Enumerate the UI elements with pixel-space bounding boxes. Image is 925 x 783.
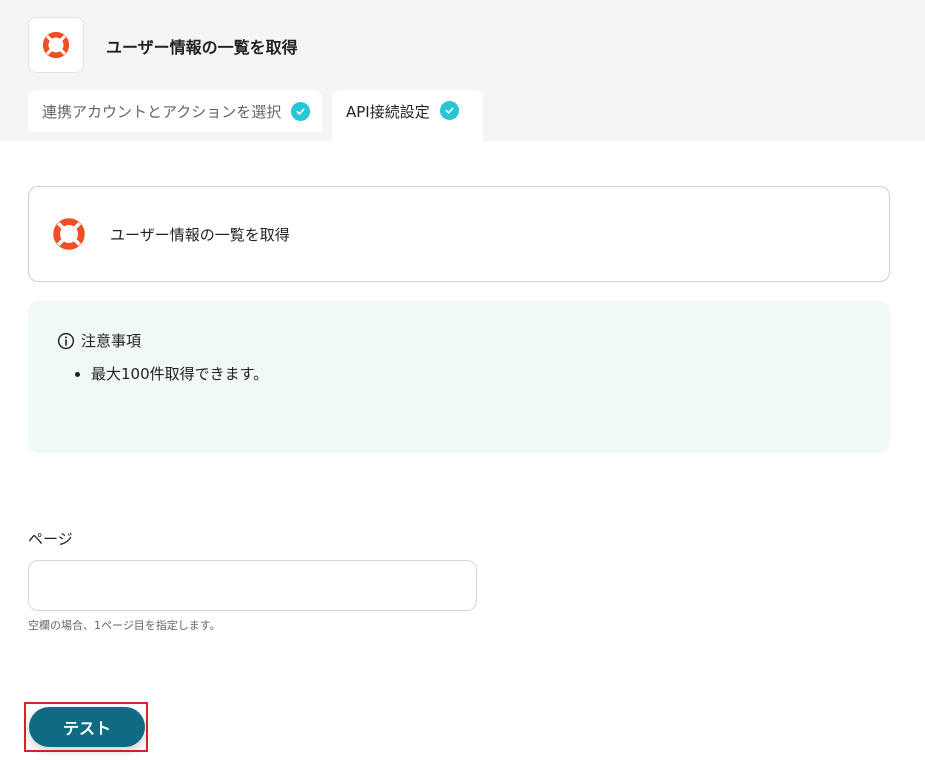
notice-item: 最大100件取得できます。 bbox=[91, 363, 268, 384]
notice-box: 注意事項 最大100件取得できます。 bbox=[28, 301, 890, 453]
check-circle-icon bbox=[291, 101, 311, 121]
page-title: ユーザー情報の一覧を取得 bbox=[106, 38, 298, 57]
check-circle-icon bbox=[439, 101, 459, 120]
lifebuoy-icon bbox=[42, 31, 70, 59]
page-header: ユーザー情報の一覧を取得 連携アカウントとアクションを選択 API接続設定 bbox=[0, 0, 925, 141]
app-icon-container bbox=[28, 17, 84, 73]
notice-heading-text: 注意事項 bbox=[81, 332, 142, 350]
tab-label: API接続設定 bbox=[346, 103, 430, 121]
test-button[interactable]: テスト bbox=[29, 707, 145, 747]
page-field-help: 空欄の場合、1ページ目を指定します。 bbox=[28, 619, 221, 632]
page-input[interactable] bbox=[28, 560, 477, 611]
info-icon bbox=[57, 332, 75, 349]
notice-list: 最大100件取得できます。 bbox=[73, 363, 268, 384]
lifebuoy-icon bbox=[51, 216, 87, 256]
action-card: ユーザー情報の一覧を取得 bbox=[28, 186, 890, 282]
action-card-title: ユーザー情報の一覧を取得 bbox=[110, 226, 290, 244]
tab-select-account-action[interactable]: 連携アカウントとアクションを選択 bbox=[28, 90, 322, 132]
tab-api-settings[interactable]: API接続設定 bbox=[332, 90, 483, 141]
page-field-label: ページ bbox=[28, 530, 73, 548]
notice-heading: 注意事項 bbox=[57, 330, 141, 351]
tab-label: 連携アカウントとアクションを選択 bbox=[42, 102, 282, 121]
